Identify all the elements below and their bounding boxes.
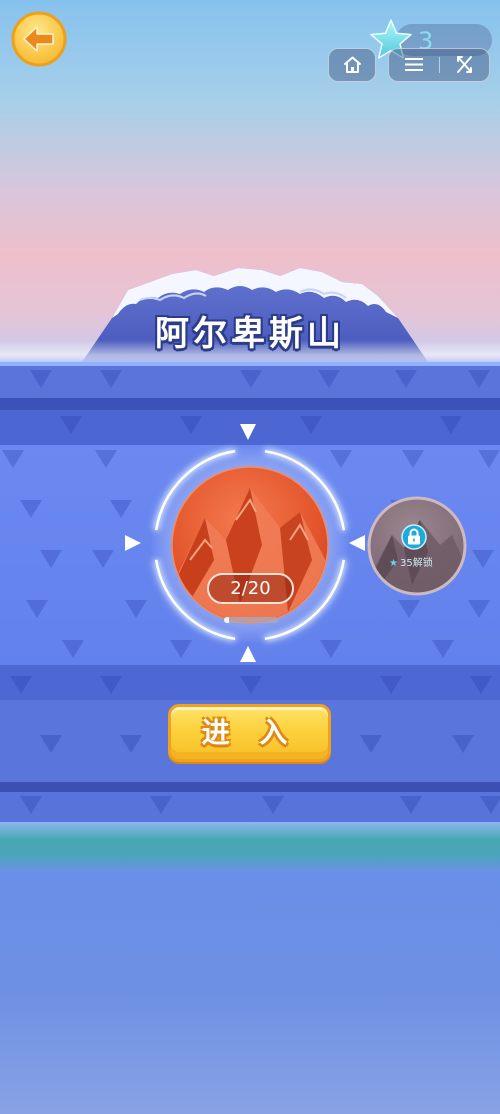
- stripe-dark-bottom: [0, 782, 500, 792]
- level-progress-fill: [224, 617, 229, 623]
- top-band-highlight: [0, 362, 500, 366]
- menu-icon: [405, 58, 423, 71]
- back-arrow-icon: [11, 11, 67, 67]
- back-button[interactable]: [11, 11, 67, 67]
- stripe-dark: [0, 398, 500, 410]
- ground-strip: [0, 822, 500, 872]
- home-button[interactable]: [328, 48, 376, 82]
- level-progress-bar: [224, 617, 278, 623]
- enter-button-label: 进 入: [201, 716, 298, 749]
- level-title: 阿尔卑斯山: [155, 314, 345, 354]
- unlock-requirement-text: 35解锁: [399, 558, 433, 569]
- enter-button[interactable]: 进 入: [168, 704, 331, 762]
- close-button[interactable]: [440, 49, 489, 80]
- close-icon: [457, 56, 472, 73]
- unlock-requirement: ★ 35解锁: [389, 557, 449, 571]
- lock-icon: [401, 524, 427, 550]
- level-progress-pill: 2/20: [207, 573, 294, 604]
- menu-button[interactable]: [389, 49, 439, 80]
- menu-close-capsule: [388, 48, 490, 82]
- small-star-icon: ★: [389, 558, 398, 569]
- lower-background: [0, 872, 500, 1114]
- home-icon: [343, 56, 361, 73]
- level-select-screen: 3 阿尔卑斯山 2/20 ★ 35解锁 进 入: [0, 0, 500, 1114]
- bottom-band: [0, 792, 500, 822]
